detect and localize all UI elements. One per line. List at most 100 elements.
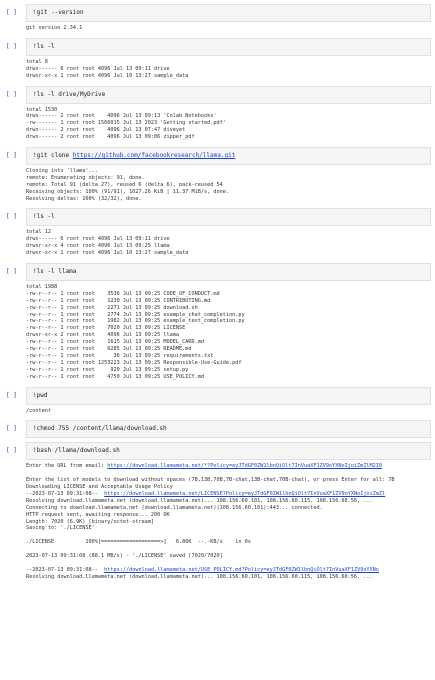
output-line: 2023-07-13 09:31:08 (88.1 MB/s) - './LIC… xyxy=(26,552,223,559)
run-cell-button[interactable]: [ ] xyxy=(0,86,26,104)
code-cell: [ ] !git clone https://github.com/faceboo… xyxy=(0,147,435,204)
code-editor[interactable]: !pwd xyxy=(26,386,431,405)
cell-input-row: [ ] !ls -l xyxy=(0,208,435,227)
code-editor[interactable]: !ls -l llama xyxy=(26,263,431,282)
output-line: drwx------ 6 root root 4096 Jul 13 09:11… xyxy=(26,65,170,72)
output-line: Length: 7020 (6.9K) [binary/octet-stream… xyxy=(26,518,155,525)
code-cell: [ ] !ls -l drive/MyDrive total 1530 drwx---… xyxy=(0,85,435,143)
repo-link[interactable]: https://github.com/facebookresearch/llam… xyxy=(73,152,236,159)
code-editor[interactable]: !git clone https://github.com/facebookre… xyxy=(26,147,431,166)
output-line: drwx------ 2 root root 4096 Jul 13 07:47… xyxy=(26,127,186,134)
output-line: Enter the list of models to download wit… xyxy=(26,477,395,484)
output-line: drwxr-xr-x 4 root root 4096 Jul 13 09:25… xyxy=(26,243,170,250)
output-line: --2023-07-13 09:31:08-- https://download… xyxy=(26,491,431,498)
output-line: -rw-r--r-- 1 root root 1230 Jul 13 09:25… xyxy=(26,297,211,304)
code-cell: [ ] !git --version git version 2.34.1 xyxy=(0,4,435,34)
output-line: -rw-r--r-- 1 root root 920 Jul 13 09:25 … xyxy=(26,366,189,373)
output-line: -rw-r--r-- 1 root root 1253223 Jul 13 09… xyxy=(26,359,242,366)
output-line: Resolving download.llamameta.net (downlo… xyxy=(26,497,373,504)
output-line: -rw-r--r-- 1 root root 1982 Jul 13 09:25… xyxy=(26,318,245,325)
output-line: /content xyxy=(26,407,51,414)
output-line: drwx------ 2 root root 4096 Jul 13 09:06… xyxy=(26,134,195,141)
output-line: -rw------- 1 root root 1566015 Jul 13 20… xyxy=(26,120,226,127)
output-text: Enter the URL from email: xyxy=(26,463,108,470)
output-line: drwxr-xr-x 1 root root 4096 Jul 10 13:27… xyxy=(26,250,189,257)
cell-output: total 1988 -rw-r--r-- 1 root root 3536 Ju… xyxy=(26,281,431,382)
output-text: --2023-07-13 09:31:08-- xyxy=(26,490,105,497)
output-line: Connecting to download.llamameta.net (do… xyxy=(26,504,323,511)
cell-input-row: [ ] !git clone https://github.com/faceboo… xyxy=(0,147,435,166)
code-cell: [ ] !pwd/content xyxy=(0,386,435,417)
output-line: Cloning into 'llama'... xyxy=(26,168,98,175)
cell-output: Cloning into 'llama'... remote: Enumerati… xyxy=(26,165,431,204)
code-editor[interactable]: !git --version xyxy=(26,4,431,22)
output-line: ./LICENSE 100%[===================>] 6.8… xyxy=(26,539,251,546)
output-line: --2023-07-13 09:31:08-- https://download… xyxy=(26,567,431,574)
cell-output: Enter the URL from email: https://downlo… xyxy=(26,460,431,582)
notebook: [ ] !git --version git version 2.34.1[ ] !l… xyxy=(0,0,435,583)
output-line: Downloading LICENSE and Acceptable Usage… xyxy=(26,484,173,491)
output-line: HTTP request sent, awaiting response... … xyxy=(26,511,170,518)
code-cell: [ ] !chmod 755 /content/llama/download.sh xyxy=(0,420,435,439)
output-line: total 1530 xyxy=(26,106,58,113)
cell-input-row: [ ] !bash /llama/download.sh xyxy=(0,442,435,461)
cell-input-row: [ ] !chmod 755 /content/llama/download.sh xyxy=(0,420,435,439)
cell-input-row: [ ] !ls -l xyxy=(0,37,435,56)
output-line: -rw-r--r-- 1 root root 36 Jul 13 09:25 r… xyxy=(26,352,214,359)
output-line: -rw-r--r-- 1 root root 6285 Jul 13 09:25… xyxy=(26,346,192,353)
output-text: --2023-07-13 09:31:08-- xyxy=(26,566,105,573)
run-cell-button[interactable]: [ ] xyxy=(0,420,26,438)
cell-input-row: [ ] !git --version xyxy=(0,4,435,22)
code-cell: [ ] !ls -l total 8 drwx------ 6 root root 4… xyxy=(0,37,435,82)
output-line: remote: Total 91 (delta 27), reused 6 (d… xyxy=(26,181,223,188)
output-line: remote: Enumerating objects: 91, done. xyxy=(26,174,145,181)
code-cell: [ ] !bash /llama/download.sh Enter the URL… xyxy=(0,442,435,582)
output-line: Resolving deltas: 100% (32/32), done. xyxy=(26,195,142,202)
run-cell-button[interactable]: [ ] xyxy=(0,38,26,56)
output-line: Saving to: './LICENSE' xyxy=(26,525,95,532)
cell-output: /content xyxy=(26,405,431,417)
run-cell-button[interactable]: [ ] xyxy=(0,442,26,460)
output-line: drwxr-xr-x 2 root root 4096 Jul 13 09:25… xyxy=(26,332,180,339)
cell-input-row: [ ] !ls -l llama xyxy=(0,263,435,282)
code-editor[interactable]: !bash /llama/download.sh xyxy=(26,442,431,461)
code-editor[interactable]: !ls -l xyxy=(26,208,431,227)
output-line: -rw-r--r-- 1 root root 1615 Jul 13 09:25… xyxy=(26,339,205,346)
run-cell-button[interactable]: [ ] xyxy=(0,208,26,226)
output-line: -rw-r--r-- 1 root root 3536 Jul 13 09:25… xyxy=(26,290,220,297)
code-text: !git clone xyxy=(33,152,73,160)
cell-input-row: [ ] !pwd xyxy=(0,386,435,405)
output-line: -rw-r--r-- 1 root root 4750 Jul 13 09:25… xyxy=(26,373,205,380)
output-link[interactable]: https://download.llamameta.net/LICENSE?P… xyxy=(104,491,385,497)
output-link[interactable]: https://download.llamameta.net/USE_POLIC… xyxy=(104,567,379,573)
cell-output: total 12 drwx------ 6 root root 4096 Jul … xyxy=(26,226,431,259)
code-editor[interactable]: !ls -l xyxy=(26,37,431,56)
run-cell-button[interactable]: [ ] xyxy=(0,147,26,165)
output-line: drwxr-xr-x 1 root root 4096 Jul 10 13:27… xyxy=(26,72,189,79)
code-editor[interactable]: !chmod 755 /content/llama/download.sh xyxy=(26,420,431,439)
output-line: Receiving objects: 100% (91/91), 1027.26… xyxy=(26,188,230,195)
output-line: -rw-r--r-- 1 root root 2774 Jul 13 09:25… xyxy=(26,311,245,318)
output-line: -rw-r--r-- 1 root root 7020 Jul 13 09:25… xyxy=(26,325,186,332)
output-line: drwx------ 2 root root 4096 Jul 13 09:13… xyxy=(26,113,217,120)
cell-output: total 1530 drwx------ 2 root root 4096 Ju… xyxy=(26,104,431,143)
output-line: git version 2.34.1 xyxy=(26,25,83,31)
cell-output: total 8 drwx------ 6 root root 4096 Jul 1… xyxy=(26,56,431,82)
output-link[interactable]: https://download.llamameta.net/*?Policy=… xyxy=(107,463,382,469)
code-editor[interactable]: !ls -l drive/MyDrive xyxy=(26,85,431,104)
run-cell-button[interactable]: [ ] xyxy=(0,263,26,281)
run-cell-button[interactable]: [ ] xyxy=(0,4,26,22)
output-line: -rw-r--r-- 1 root root 2271 Jul 13 09:25… xyxy=(26,304,198,311)
code-cell: [ ] !ls -l llama total 1988 -rw-r--r-- 1 ro… xyxy=(0,263,435,382)
output-line: drwx------ 6 root root 4096 Jul 13 09:11… xyxy=(26,236,170,243)
output-line: total 12 xyxy=(26,229,51,236)
run-cell-button[interactable]: [ ] xyxy=(0,387,26,405)
output-line: total 1988 xyxy=(26,284,58,291)
output-line: total 8 xyxy=(26,58,48,65)
output-line: Enter the URL from email: https://downlo… xyxy=(26,463,431,470)
cell-input-row: [ ] !ls -l drive/MyDrive xyxy=(0,85,435,104)
